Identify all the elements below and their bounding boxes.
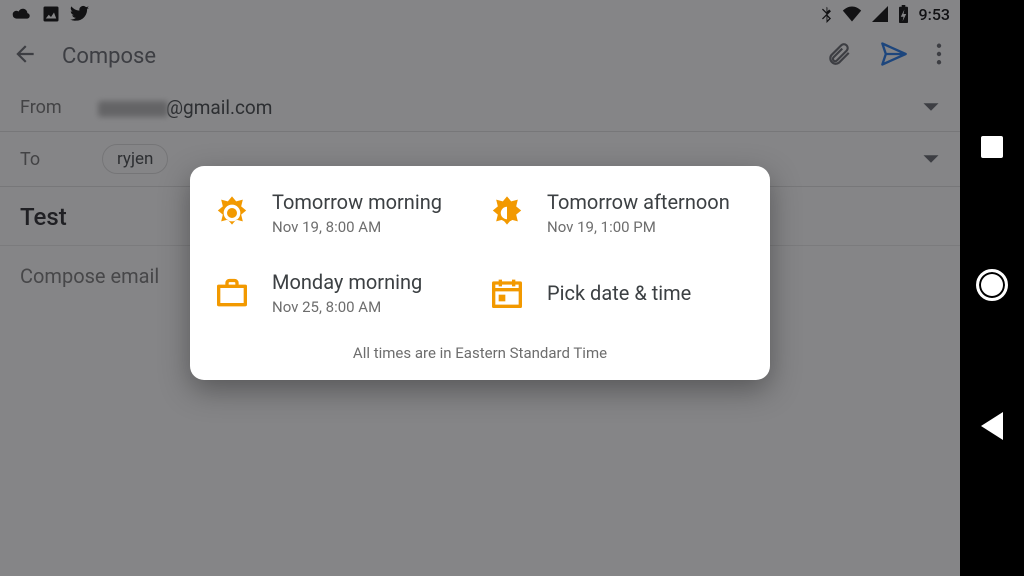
sun-icon [210, 191, 254, 235]
option-label: Pick date & time [547, 281, 691, 305]
nav-home-icon[interactable] [976, 269, 1008, 301]
calendar-icon [485, 271, 529, 315]
schedule-send-dialog: Tomorrow morning Nov 19, 8:00 AM Tomorro… [190, 166, 770, 380]
nav-back-icon[interactable] [981, 412, 1003, 440]
option-subtext: Nov 19, 1:00 PM [547, 218, 730, 236]
option-subtext: Nov 25, 8:00 AM [272, 298, 422, 316]
sun-half-icon [485, 191, 529, 235]
dialog-footer-text: All times are in Eastern Standard Time [210, 344, 750, 362]
option-label: Tomorrow morning [272, 190, 442, 214]
schedule-option-tomorrow-morning[interactable]: Tomorrow morning Nov 19, 8:00 AM [210, 190, 475, 236]
briefcase-icon [210, 271, 254, 315]
schedule-option-monday-morning[interactable]: Monday morning Nov 25, 8:00 AM [210, 270, 475, 316]
option-subtext: Nov 19, 8:00 AM [272, 218, 442, 236]
option-label: Monday morning [272, 270, 422, 294]
schedule-option-tomorrow-afternoon[interactable]: Tomorrow afternoon Nov 19, 1:00 PM [485, 190, 750, 236]
schedule-option-pick-datetime[interactable]: Pick date & time [485, 270, 750, 316]
option-label: Tomorrow afternoon [547, 190, 730, 214]
android-nav-bar [960, 0, 1024, 576]
nav-recent-icon[interactable] [981, 136, 1003, 158]
